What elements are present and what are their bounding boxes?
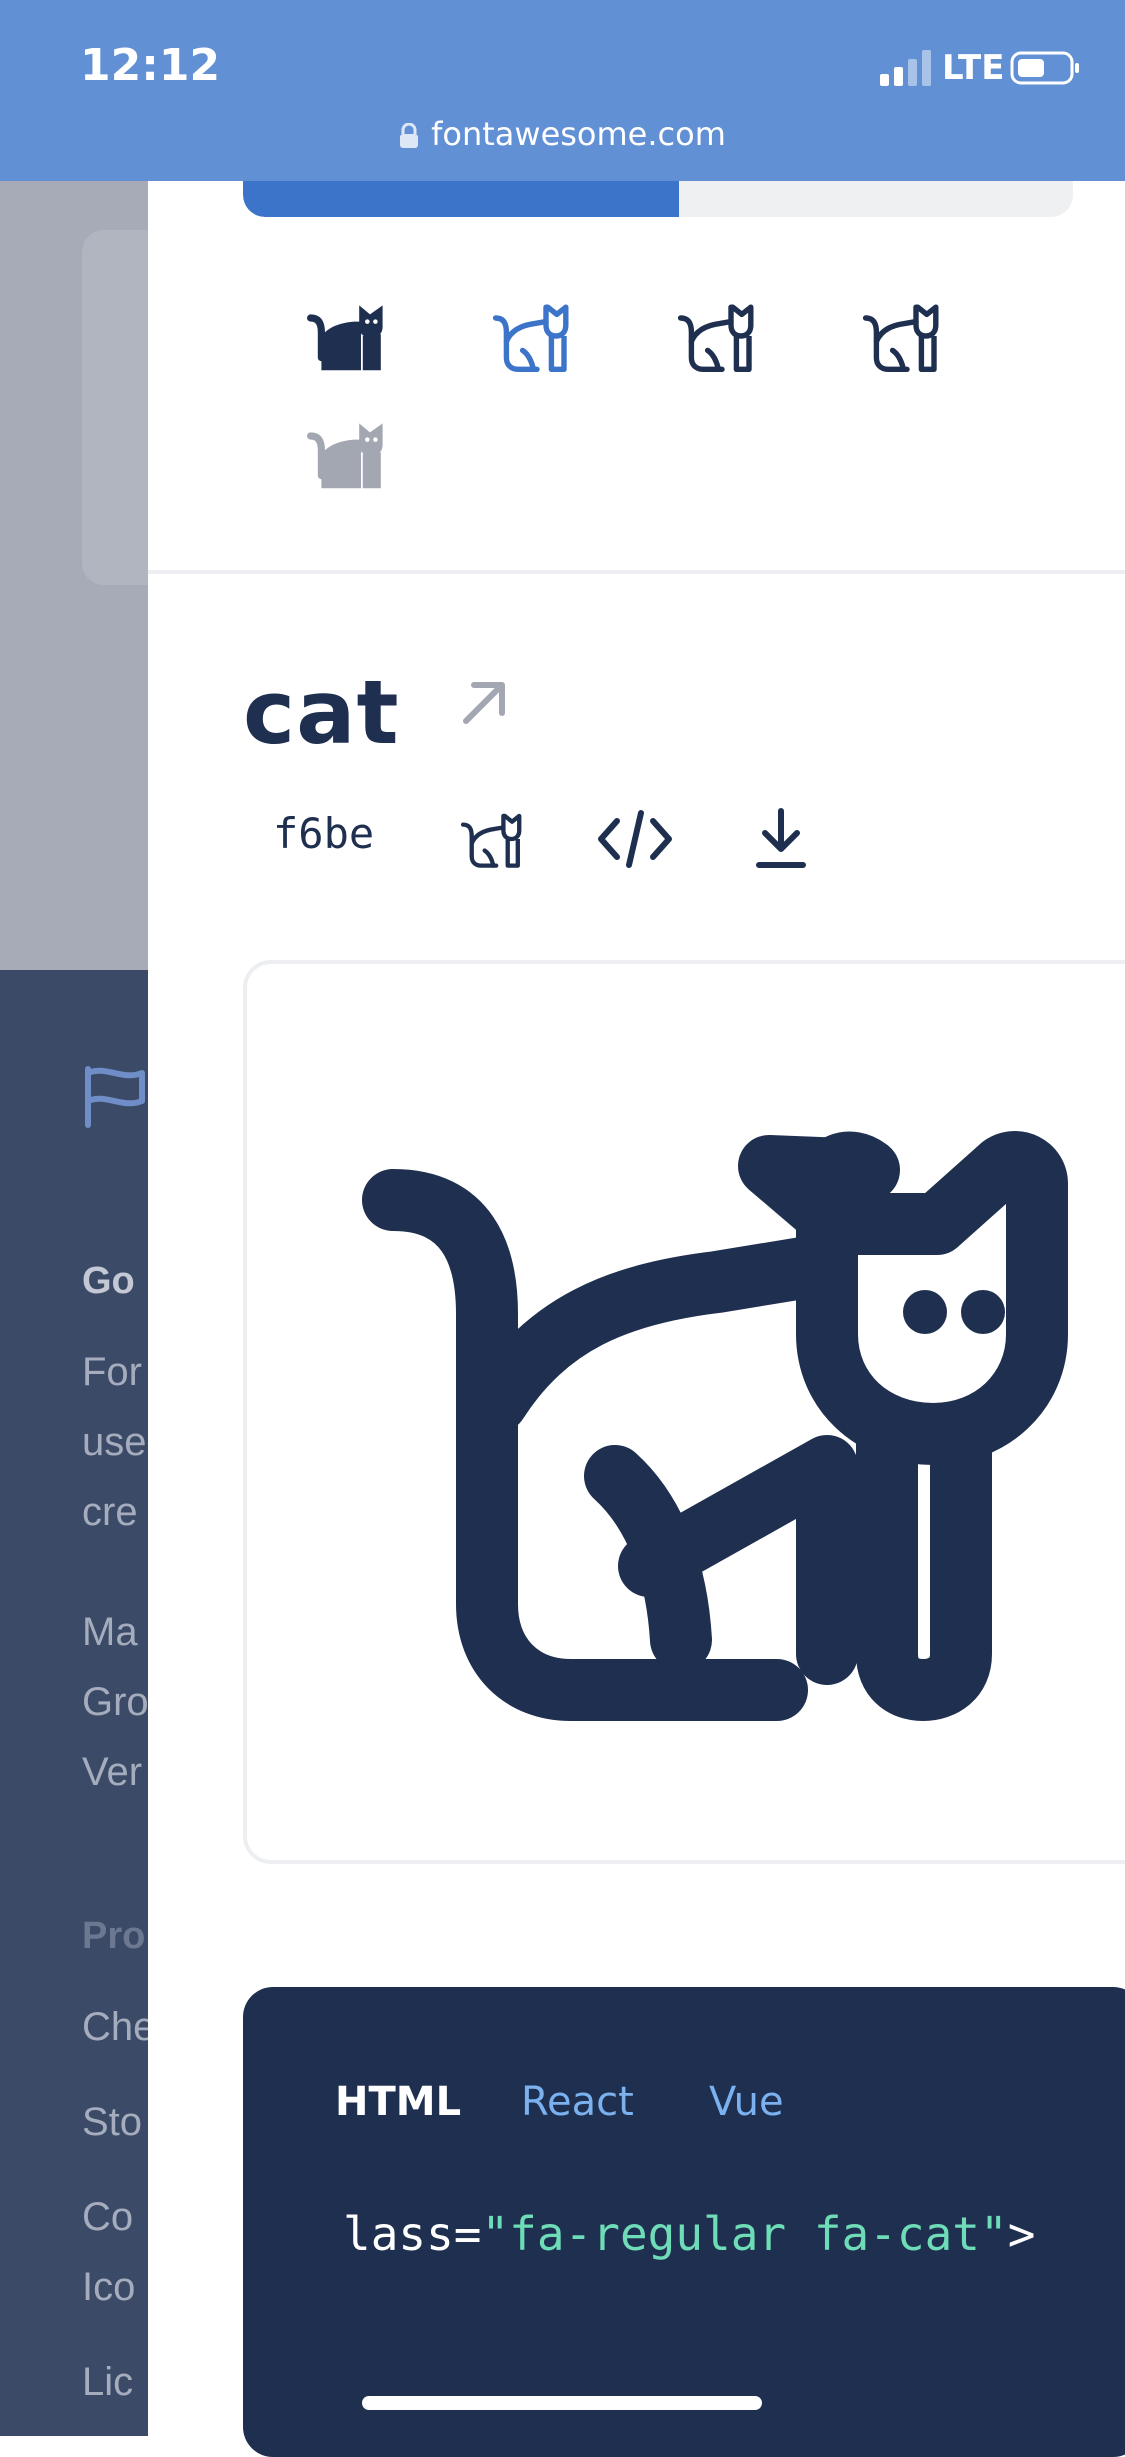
nav-text: cre [82,1490,138,1534]
cat-preview-icon [362,1131,1068,1721]
cat-light-icon[interactable] [668,291,758,381]
icon-name-title: cat [243,661,400,764]
url-text: fontawesome.com [431,115,726,153]
icon-preview [243,960,1125,1864]
code-snippet-panel: HTML React Vue lass="fa-regular fa-cat"> [243,1987,1125,2457]
cat-thin-icon[interactable] [853,291,943,381]
cat-glyph-icon[interactable] [453,801,525,877]
network-label: LTE [942,48,1005,88]
download-icon[interactable] [753,801,809,877]
icon-detail-panel: cat f6be HTML React Vue lass="fa-regular… [148,181,1125,2457]
nav-item[interactable]: Sto [82,2100,142,2145]
nav-text: Ma [82,1610,138,1654]
background-card [82,230,150,585]
tab-vue[interactable]: Vue [709,2079,784,2125]
cat-solid-icon[interactable] [298,291,388,381]
section-divider [148,570,1125,574]
status-time: 12:12 [80,40,221,91]
nav-section-heading: Pro [82,1915,146,1957]
lock-icon [400,122,419,148]
external-link-icon[interactable] [456,675,512,731]
nav-text: Ver [82,1750,143,1794]
home-indicator[interactable] [362,2396,762,2410]
unicode-value[interactable]: f6be [273,809,374,858]
nav-item[interactable]: Che [82,2005,150,2050]
signal-icon [880,50,931,86]
nav-text: For [82,1350,142,1394]
style-variants [148,181,1125,573]
nav-item[interactable]: Co [82,2195,133,2240]
code-suffix: > [1007,2207,1036,2261]
status-bar: 12:12 LTE fontawesome.com [0,0,1125,181]
address-bar[interactable]: fontawesome.com [0,115,1125,153]
code-string: "fa-regular fa-cat" [481,2207,1008,2261]
code-snippet[interactable]: lass="fa-regular fa-cat"> [343,2207,1035,2261]
cat-duotone-icon[interactable] [298,409,388,499]
code-prefix: lass= [343,2207,482,2261]
nav-item[interactable]: Ico [82,2265,135,2310]
tab-react[interactable]: React [521,2079,634,2125]
flag-icon [85,1066,145,1128]
tab-html[interactable]: HTML [335,2079,461,2125]
nav-heading: Go [82,1260,135,1302]
cat-regular-icon[interactable] [483,291,573,381]
background-nav: Go For use cre Ma Gro Ver Pro Che Sto Co… [0,970,150,2436]
nav-text: Gro [82,1680,149,1724]
code-icon[interactable] [595,801,675,877]
nav-item[interactable]: Lic [82,2360,133,2405]
battery-icon [1010,51,1079,85]
nav-text: use [82,1420,147,1464]
